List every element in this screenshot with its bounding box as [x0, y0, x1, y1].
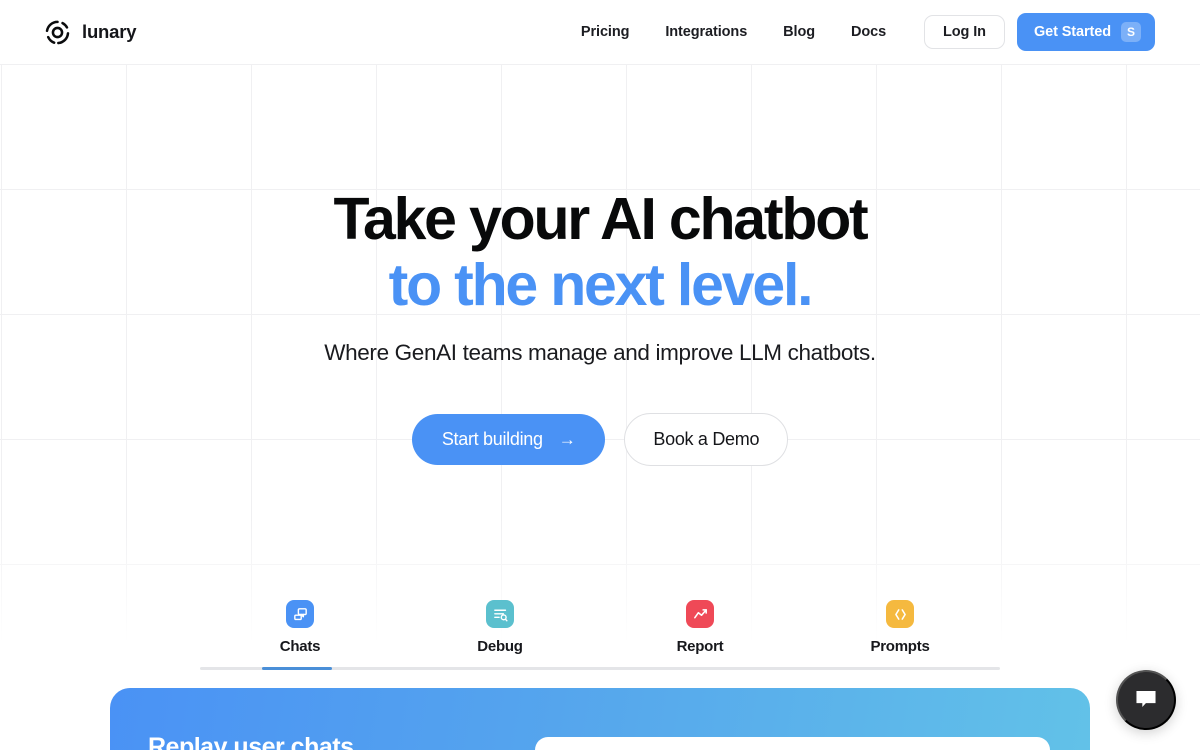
start-building-label: Start building — [441, 429, 543, 450]
hero-section: Take your AI chatbot to the next level. … — [0, 64, 1200, 688]
nav-link-pricing[interactable]: Pricing — [563, 16, 647, 48]
tab-debug[interactable]: Debug — [400, 600, 600, 655]
book-a-demo-button[interactable]: Book a Demo — [624, 413, 789, 467]
chat-widget-button[interactable] — [1116, 670, 1176, 730]
tab-label-report: Report — [676, 638, 724, 655]
nav-link-docs[interactable]: Docs — [833, 16, 904, 48]
nav-link-blog[interactable]: Blog — [765, 16, 833, 48]
code-brackets-icon — [886, 600, 914, 628]
hero-cta-row: Start building → Book a Demo — [0, 413, 1200, 467]
tab-label-prompts: Prompts — [870, 638, 930, 655]
list-search-icon — [486, 600, 514, 628]
brand-logo-link[interactable]: lunary — [44, 19, 137, 46]
tab-active-indicator — [262, 667, 332, 670]
site-header: lunary Pricing Integrations Blog Docs Lo… — [0, 0, 1200, 64]
get-started-button[interactable]: Get Started S — [1016, 13, 1155, 51]
feature-card-title: Replay user chats — [148, 733, 354, 750]
keyboard-shortcut-badge: S — [1121, 22, 1141, 42]
chat-bubble-icon — [1133, 686, 1159, 715]
tab-label-chats: Chats — [279, 638, 321, 655]
log-in-button[interactable]: Log In — [924, 15, 1005, 49]
lunary-target-logo-icon — [44, 19, 71, 46]
tab-progress-track — [200, 667, 1000, 670]
main-navigation: Pricing Integrations Blog Docs Log In Ge… — [563, 13, 1155, 51]
start-building-button[interactable]: Start building → — [411, 414, 606, 466]
nav-link-integrations[interactable]: Integrations — [647, 16, 765, 48]
feature-showcase-card: Replay user chats — [110, 688, 1090, 750]
hero-subtitle: Where GenAI teams manage and improve LLM… — [324, 340, 876, 366]
hero-content: Take your AI chatbot to the next level. … — [0, 64, 1200, 467]
feature-tabs: Chats Debug Report Prompts — [200, 600, 1000, 670]
brand-name: lunary — [82, 21, 137, 42]
feature-card-preview-panel — [535, 737, 1050, 750]
headline-line-1: Take your AI chatbot — [333, 186, 869, 252]
tab-chats[interactable]: Chats — [200, 600, 400, 655]
get-started-label: Get Started — [1033, 24, 1111, 40]
headline-line-2: to the next level. — [388, 252, 814, 319]
tab-prompts[interactable]: Prompts — [800, 600, 1000, 655]
arrow-right-icon: → — [558, 430, 576, 450]
feature-tabs-list: Chats Debug Report Prompts — [200, 600, 1000, 655]
trend-line-icon — [686, 600, 714, 628]
landing-page: lunary Pricing Integrations Blog Docs Lo… — [0, 0, 1200, 750]
tab-report[interactable]: Report — [600, 600, 800, 655]
chat-bubbles-icon — [286, 600, 314, 628]
page-title: Take your AI chatbot to the next level. — [0, 186, 1200, 318]
tab-label-debug: Debug — [477, 638, 523, 655]
